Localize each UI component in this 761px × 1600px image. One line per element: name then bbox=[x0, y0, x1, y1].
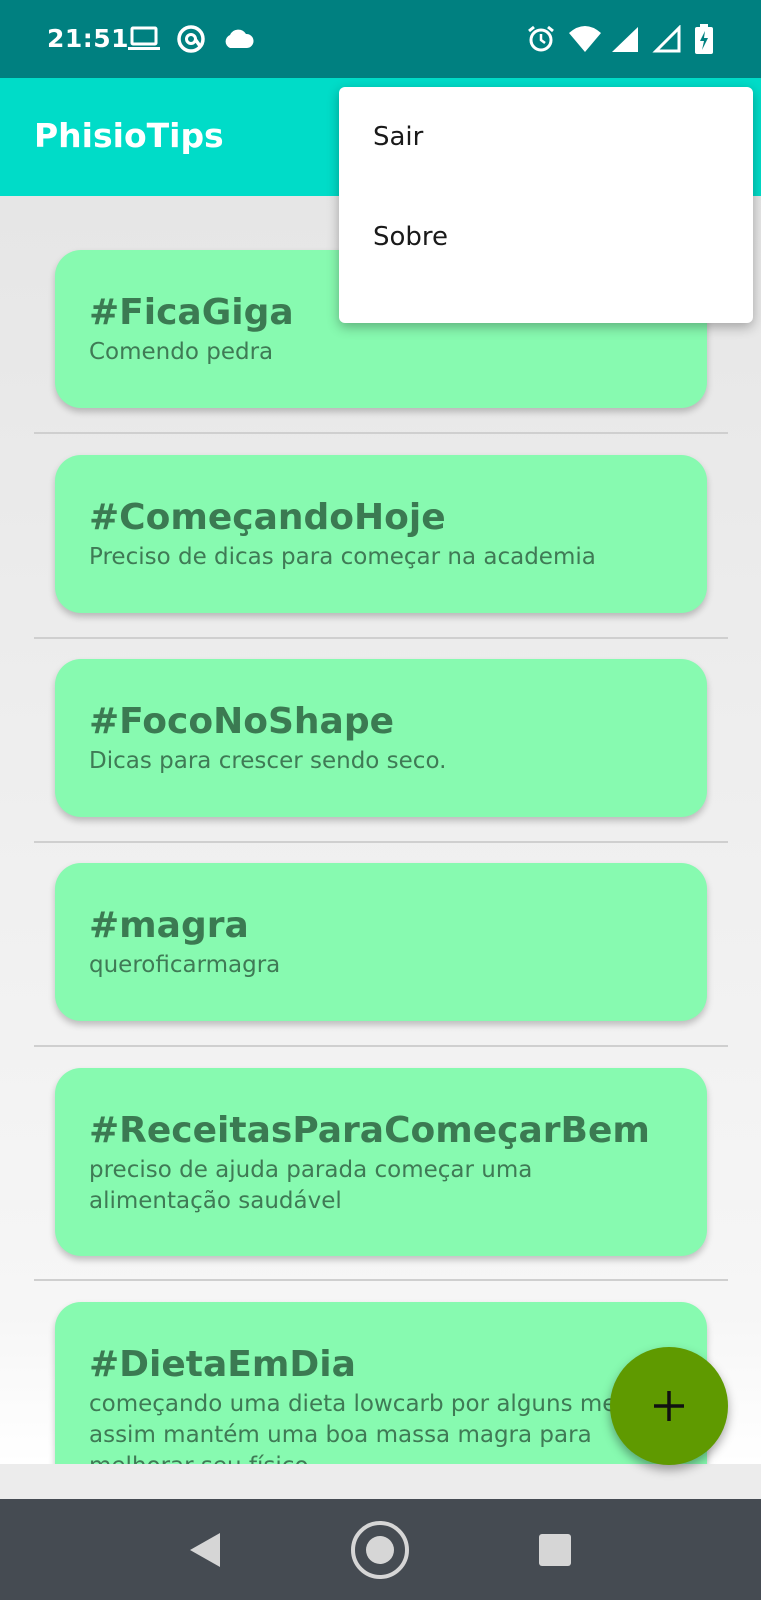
alarm-icon bbox=[526, 22, 556, 56]
post-description: Preciso de dicas para começar na academi… bbox=[89, 544, 596, 570]
battery-charging-icon bbox=[694, 22, 714, 56]
cloud-icon bbox=[222, 22, 254, 56]
status-bar: 21:51 bbox=[0, 0, 761, 78]
post-card[interactable]: #ReceitasParaComeçarBem preciso de ajuda… bbox=[55, 1068, 707, 1256]
divider bbox=[34, 841, 728, 843]
plus-icon bbox=[652, 1389, 686, 1423]
status-time: 21:51 bbox=[47, 24, 130, 53]
post-description: Comendo pedra bbox=[89, 339, 274, 365]
post-card[interactable]: #ComeçandoHoje Preciso de dicas para com… bbox=[55, 455, 707, 613]
recents-button[interactable] bbox=[520, 1517, 590, 1583]
divider bbox=[34, 432, 728, 434]
signal-icon bbox=[610, 22, 640, 56]
post-list[interactable]: #FicaGiga Comendo pedra #ComeçandoHoje P… bbox=[0, 196, 761, 1464]
post-title: #ComeçandoHoje bbox=[89, 497, 446, 538]
post-description: preciso de ajuda parada começar uma alim… bbox=[89, 1157, 533, 1214]
divider bbox=[34, 637, 728, 639]
divider bbox=[34, 1045, 728, 1047]
recents-icon bbox=[539, 1534, 571, 1566]
home-button[interactable] bbox=[345, 1515, 415, 1585]
app-title: PhisioTips bbox=[34, 116, 224, 155]
overflow-menu: Sair Sobre bbox=[339, 87, 753, 323]
post-description: começando uma dieta lowcarb por alguns m… bbox=[89, 1391, 655, 1464]
menu-item-sair[interactable]: Sair bbox=[339, 87, 753, 187]
post-description: Dicas para crescer sendo seco. bbox=[89, 748, 447, 774]
post-description: queroficarmagra bbox=[89, 952, 281, 978]
home-icon bbox=[351, 1521, 409, 1579]
post-title: #DietaEmDia bbox=[89, 1344, 356, 1385]
back-icon bbox=[190, 1533, 220, 1567]
post-card[interactable]: #magra queroficarmagra bbox=[55, 863, 707, 1021]
menu-item-sobre[interactable]: Sobre bbox=[339, 187, 753, 287]
wifi-icon bbox=[568, 22, 602, 56]
add-post-button[interactable] bbox=[610, 1347, 728, 1465]
back-button[interactable] bbox=[170, 1517, 240, 1583]
divider bbox=[34, 1279, 728, 1281]
signal-outline-icon bbox=[652, 22, 682, 56]
at-sign-icon bbox=[176, 22, 206, 56]
post-card[interactable]: #FocoNoShape Dicas para crescer sendo se… bbox=[55, 659, 707, 817]
post-title: #ReceitasParaComeçarBem bbox=[89, 1110, 650, 1151]
post-title: #magra bbox=[89, 905, 249, 946]
navigation-bar bbox=[0, 1499, 761, 1600]
laptop-icon bbox=[128, 22, 160, 56]
post-title: #FocoNoShape bbox=[89, 701, 394, 742]
post-card[interactable]: #DietaEmDia começando uma dieta lowcarb … bbox=[55, 1302, 707, 1464]
